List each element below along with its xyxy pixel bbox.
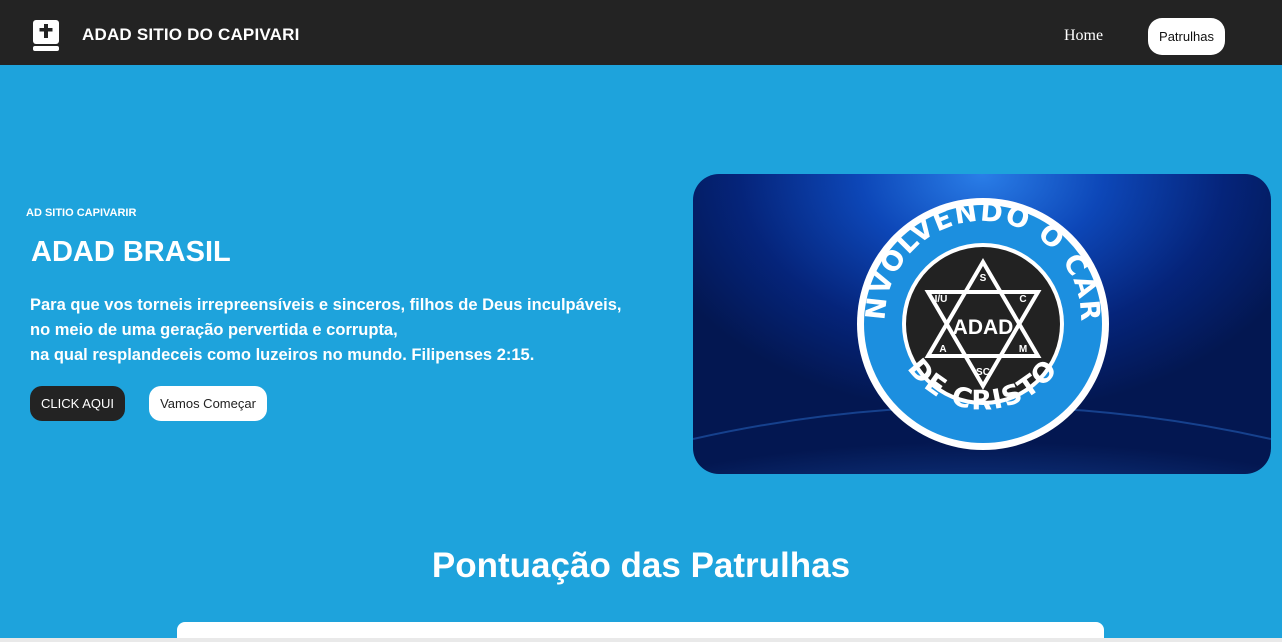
hero-title: ADAD BRASIL: [31, 236, 231, 268]
svg-text:M: M: [1019, 344, 1027, 355]
hero-emblem-image: DESENVOLVENDO O CARÁTER DE CRISTO ADAD S…: [693, 174, 1271, 474]
svg-text:ADAD: ADAD: [953, 316, 1014, 339]
svg-text:SC: SC: [976, 367, 990, 378]
svg-text:I/U: I/U: [935, 294, 948, 305]
brand-title[interactable]: ADAD SITIO DO CAPIVARI: [82, 25, 300, 45]
verse-line: no meio de uma geração pervertida e corr…: [30, 321, 398, 339]
svg-text:C: C: [1019, 294, 1026, 305]
click-here-button[interactable]: CLICK AQUI: [30, 386, 125, 421]
svg-text:A: A: [939, 344, 946, 355]
svg-text:S: S: [980, 273, 987, 284]
hero-kicker: AD SITIO CAPIVARIR: [26, 207, 137, 219]
horizontal-scrollbar[interactable]: [0, 638, 1282, 642]
get-started-button[interactable]: Vamos Começar: [149, 386, 267, 421]
verse-line: Para que vos torneis irrepreensíveis e s…: [30, 296, 622, 314]
bible-cross-icon[interactable]: [32, 20, 60, 52]
nav-home-link[interactable]: Home: [1064, 27, 1103, 45]
hero-verse: Para que vos torneis irrepreensíveis e s…: [30, 293, 690, 368]
section-title: Pontuação das Patrulhas: [431, 546, 851, 585]
verse-line: na qual resplandeceis como luzeiros no m…: [30, 346, 535, 364]
nav-patrulhas-button[interactable]: Patrulhas: [1148, 18, 1225, 55]
adad-emblem: DESENVOLVENDO O CARÁTER DE CRISTO ADAD S…: [693, 174, 1271, 474]
top-navbar: ADAD SITIO DO CAPIVARI Home Patrulhas: [0, 0, 1282, 65]
